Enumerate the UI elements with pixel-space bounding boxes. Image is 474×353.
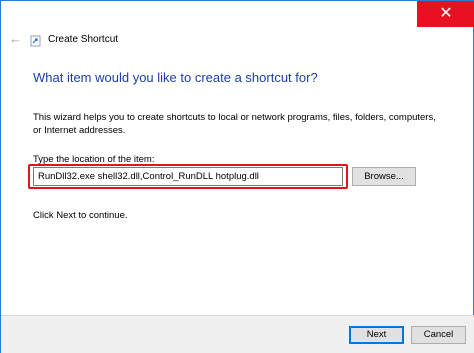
wizard-description: This wizard helps you to create shortcut…	[33, 112, 436, 136]
cancel-button[interactable]: Cancel	[411, 326, 466, 344]
location-input[interactable]	[33, 167, 343, 186]
page-heading: What item would you like to create a sho…	[33, 70, 318, 85]
dialog-title: Create Shortcut	[48, 34, 119, 45]
back-arrow-icon[interactable]: ←	[9, 32, 23, 46]
shortcut-wizard-icon	[30, 35, 41, 47]
location-label: Type the location of the item:	[33, 154, 155, 165]
next-button[interactable]: Next	[349, 326, 404, 344]
close-icon: ✕	[439, 5, 453, 22]
continue-instruction: Click Next to continue.	[33, 210, 128, 221]
create-shortcut-dialog: ✕ ← Create Shortcut What item would you …	[0, 0, 474, 353]
browse-button[interactable]: Browse...	[352, 167, 416, 186]
close-button[interactable]: ✕	[417, 1, 474, 27]
